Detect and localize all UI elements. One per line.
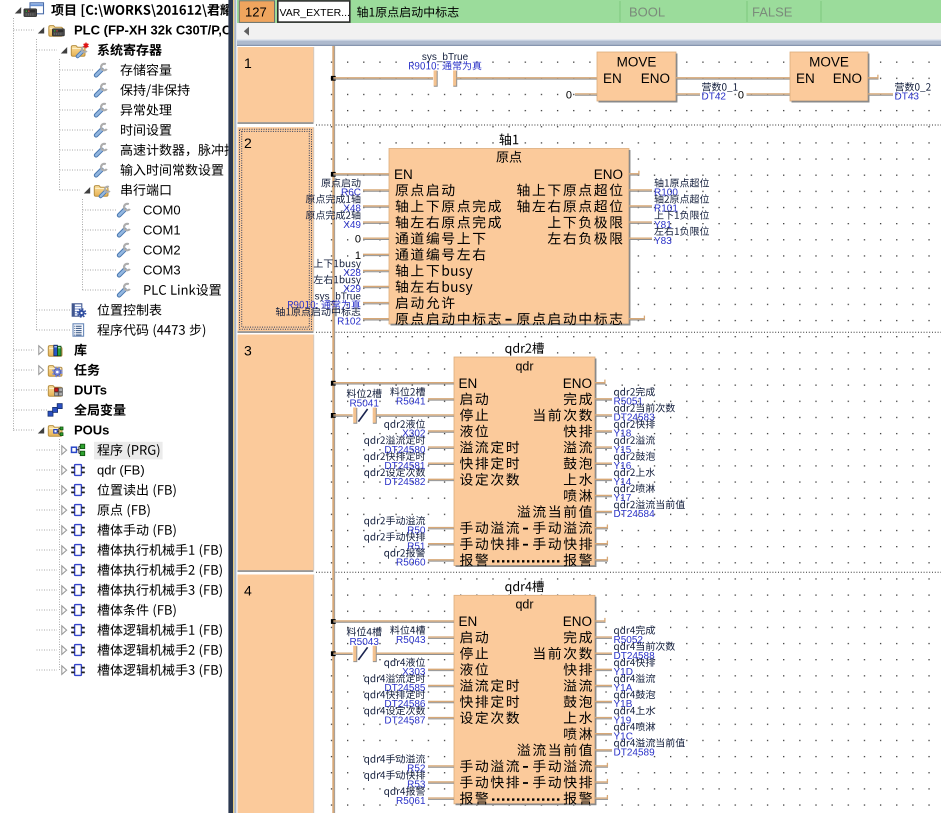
svg-text:qdr: qdr (515, 359, 533, 373)
svg-text:127: 127 (245, 4, 267, 19)
svg-text:ENO: ENO (563, 376, 592, 391)
svg-text:Y1A: Y1A (614, 683, 633, 694)
svg-text:R5041: R5041 (396, 397, 426, 408)
svg-text:COM2: COM2 (143, 243, 181, 258)
svg-text:Y18: Y18 (614, 429, 632, 440)
svg-text:EN: EN (603, 71, 622, 86)
svg-text:Y19: Y19 (614, 715, 632, 726)
svg-text:X49: X49 (343, 220, 361, 231)
svg-text:DT24587: DT24587 (384, 715, 426, 726)
svg-text:qdr (FB): qdr (FB) (97, 463, 145, 478)
svg-text:EN: EN (459, 376, 478, 391)
svg-text:COM0: COM0 (143, 203, 181, 218)
svg-text:1: 1 (244, 55, 252, 71)
svg-text:DT43: DT43 (895, 92, 920, 103)
svg-text:DT24589: DT24589 (614, 748, 656, 759)
svg-text:EN: EN (394, 167, 413, 182)
svg-text:DT24580: DT24580 (384, 445, 426, 456)
svg-text:DUTs: DUTs (74, 383, 107, 398)
svg-text:POUs: POUs (74, 423, 109, 438)
svg-text:Y1C: Y1C (614, 731, 633, 742)
svg-text:DT42: DT42 (702, 92, 727, 103)
svg-text:DT24584: DT24584 (614, 509, 656, 520)
svg-text:sys_bTrue: sys_bTrue (422, 52, 469, 63)
svg-text:R101: R101 (654, 204, 678, 215)
svg-text:qdr: qdr (515, 598, 533, 612)
svg-text:DT24585: DT24585 (384, 683, 426, 694)
svg-text:Y16: Y16 (614, 461, 632, 472)
svg-text:R5061: R5061 (396, 796, 426, 807)
svg-text:ENO: ENO (641, 71, 670, 86)
svg-text:FALSE: FALSE (752, 5, 793, 20)
svg-text:0: 0 (738, 89, 744, 101)
svg-text:VAR_EXTER...: VAR_EXTER... (280, 7, 350, 19)
svg-text:ENO: ENO (833, 71, 862, 86)
svg-text:DT24582: DT24582 (384, 477, 426, 488)
svg-text:R5052: R5052 (614, 635, 644, 646)
svg-text:0: 0 (355, 234, 361, 246)
svg-text:4: 4 (244, 583, 252, 599)
svg-text:1: 1 (355, 250, 361, 262)
svg-text:X28: X28 (343, 268, 361, 279)
svg-text:Y1B: Y1B (614, 699, 633, 710)
svg-text:EN: EN (459, 614, 478, 629)
svg-text:Y17: Y17 (614, 493, 632, 504)
svg-text:R5041: R5041 (349, 399, 379, 410)
svg-text:BOOL: BOOL (629, 5, 665, 20)
svg-text:ENO: ENO (563, 614, 592, 629)
svg-text:R5060: R5060 (396, 558, 426, 569)
svg-text:Y81: Y81 (654, 220, 672, 231)
svg-text:R102: R102 (337, 316, 361, 327)
svg-text:Y15: Y15 (614, 445, 632, 456)
svg-text:COM1: COM1 (143, 223, 181, 238)
svg-text:Y14: Y14 (614, 477, 632, 488)
svg-text:3: 3 (244, 343, 252, 359)
svg-text:Y83: Y83 (654, 236, 672, 247)
svg-text:R5043: R5043 (396, 635, 426, 646)
svg-text:EN: EN (796, 71, 815, 86)
svg-text:MOVE: MOVE (809, 55, 849, 70)
svg-text:Y1D: Y1D (614, 667, 633, 678)
svg-text:sys_bTrue: sys_bTrue (315, 291, 362, 302)
svg-text:ENO: ENO (594, 167, 623, 182)
svg-text:R5043: R5043 (349, 637, 379, 648)
svg-text:COM3: COM3 (143, 263, 181, 278)
svg-text:0: 0 (566, 89, 572, 101)
svg-text:R5051: R5051 (614, 397, 644, 408)
svg-text:MOVE: MOVE (617, 55, 657, 70)
svg-text:2: 2 (244, 135, 252, 151)
